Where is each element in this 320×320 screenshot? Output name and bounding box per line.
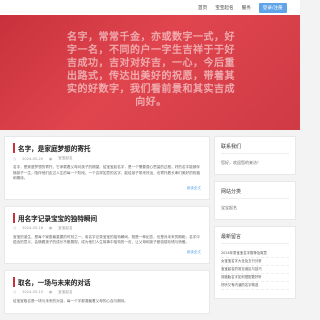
recent-item[interactable]: 双胞胎名字如何搭配更好听 — [221, 274, 289, 282]
post-excerpt: 名字，是家庭梦想的寄托，它承载着父母对孩子的期望。给宝宝起名字，是一个需要费心思… — [13, 165, 200, 181]
recent-list: 2024年男宝宝名字推荐及寓意 女宝宝名字大全及五行分析 宝宝起名的常见误区与技… — [221, 250, 289, 290]
sidebar: 联系我们 您好，欢迎您的来访！ 网站分类 宝宝起名 最新留言 2024年男宝宝名… — [214, 136, 296, 305]
user-icon: ● — [49, 290, 53, 295]
widget-title: 最新留言 — [221, 233, 289, 244]
recent-item[interactable]: 宝宝起名的常见误区与技巧 — [221, 266, 289, 274]
post-date: 2024-05-20 — [22, 156, 44, 161]
read-more-link[interactable]: 阅读全文 — [13, 186, 201, 191]
hero-banner: 名字，常常千金，亦或数字一式，好字一名，不同的户一字生吉祥于于好吉成功，吉对对好… — [0, 15, 300, 130]
post-card: 取名，一场与未来的对话 ◷ 2024-05-15 ● 宝宝起名 给宝宝取名是一场… — [4, 269, 210, 314]
post-title[interactable]: 取名，一场与未来的对话 — [13, 276, 201, 287]
post-excerpt: 宝宝的诞生，是每个家庭最重要的时刻之一。用名字记录宝宝的独特瞬间，既是一种纪念，… — [13, 234, 200, 245]
top-nav-bar: 首页 宝宝起名 服务 登录/注册 — [0, 0, 300, 16]
hero-text: 名字，常常千金，亦或数字一式，好字一名，不同的户一字生吉祥于于好吉成功，吉对对好… — [67, 32, 235, 108]
widget-title: 网站分类 — [221, 188, 289, 199]
post-author[interactable]: 宝宝起名 — [58, 156, 72, 161]
post-list: 名字，是家庭梦想的寄托 ◷ 2024-05-20 ● 宝宝起名 名字，是家庭梦想… — [4, 136, 210, 320]
post-author[interactable]: 宝宝起名 — [58, 290, 72, 295]
contact-widget: 联系我们 您好，欢迎您的来访！ — [214, 136, 296, 175]
post-meta: ◷ 2024-05-15 ● 宝宝起名 — [13, 290, 201, 295]
main-nav: 首页 宝宝起名 服务 登录/注册 — [198, 3, 287, 13]
category-link[interactable]: 宝宝起名 — [221, 205, 289, 211]
user-icon: ● — [49, 156, 53, 161]
post-card: 用名字记录宝宝的独特瞬间 ◷ 2024-05-18 ● 宝宝起名 宝宝的诞生，是… — [4, 205, 210, 264]
nav-home[interactable]: 首页 — [198, 5, 207, 11]
calendar-icon: ◷ — [13, 290, 17, 295]
nav-login-button[interactable]: 登录/注册 — [258, 3, 287, 13]
post-card: 名字，是家庭梦想的寄托 ◷ 2024-05-20 ● 宝宝起名 名字，是家庭梦想… — [4, 136, 210, 200]
post-date: 2024-05-15 — [22, 290, 44, 295]
calendar-icon: ◷ — [13, 226, 17, 231]
recent-widget: 最新留言 2024年男宝宝名字推荐及寓意 女宝宝名字大全及五行分析 宝宝起名的常… — [214, 226, 296, 299]
user-icon: ● — [49, 226, 53, 231]
calendar-icon: ◷ — [13, 156, 17, 161]
categories-widget: 网站分类 宝宝起名 — [214, 181, 296, 220]
post-title[interactable]: 用名字记录宝宝的独特瞬间 — [13, 212, 201, 223]
post-date: 2024-05-18 — [22, 226, 44, 231]
recent-item[interactable]: 女宝宝名字大全及五行分析 — [221, 258, 289, 266]
nav-service[interactable]: 服务 — [242, 5, 251, 11]
post-title[interactable]: 名字，是家庭梦想的寄托 — [13, 143, 201, 153]
read-more-link[interactable]: 阅读全文 — [13, 250, 201, 255]
widget-title: 联系我们 — [221, 143, 289, 154]
recent-item[interactable]: 2024年男宝宝名字推荐及寓意 — [221, 250, 289, 258]
recent-item[interactable]: 好听又有内涵的名字精选 — [221, 282, 289, 290]
post-meta: ◷ 2024-05-20 ● 宝宝起名 — [13, 156, 201, 161]
contact-text: 您好，欢迎您的来访！ — [221, 160, 261, 165]
post-author[interactable]: 宝宝起名 — [58, 226, 72, 231]
post-meta: ◷ 2024-05-18 ● 宝宝起名 — [13, 226, 201, 231]
nav-naming[interactable]: 宝宝起名 — [215, 5, 233, 11]
